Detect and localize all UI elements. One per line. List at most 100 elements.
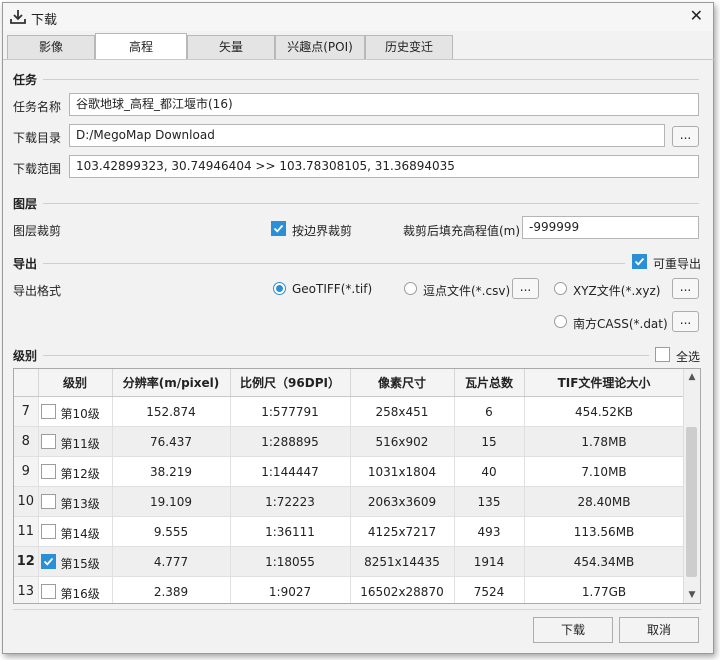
table-row[interactable]: 13 第16级 2.389 1:9027 16502x28870 7524 1.77GB [14, 576, 685, 603]
tif-size-cell: 7.10MB [524, 456, 685, 487]
scale-cell: 1:18055 [230, 546, 351, 577]
fill-elevation-input[interactable]: -999999 [522, 216, 699, 239]
row-number: 10 [14, 486, 39, 517]
table-row[interactable]: 7 第10级 152.874 1:577791 258x451 6 454.52KB [14, 396, 685, 427]
level-label: 第12级 [60, 467, 100, 481]
level-checkbox[interactable] [40, 584, 56, 599]
format-cass-radio[interactable] [554, 315, 567, 328]
format-csv-label: 逗点文件(*.csv) [423, 284, 511, 298]
format-xyz-radio[interactable] [554, 282, 567, 295]
levels-table: 级别 分辨率(m/pixel) 比例尺（96DPI） 像素尺寸 瓦片总数 TIF… [13, 368, 701, 604]
layer-clip-label: 图层裁剪 [13, 224, 62, 238]
section-task-title: 任务 [13, 73, 38, 87]
csv-options-button[interactable]: ... [512, 278, 539, 299]
column-header-scale[interactable]: 比例尺（96DPI） [230, 369, 351, 397]
download-range-label: 下载范围 [13, 162, 62, 176]
table-row[interactable]: 8 第11级 76.437 1:288895 516x902 15 1.78MB [14, 426, 685, 457]
table-row[interactable]: 11 第14级 9.555 1:36111 4125x7217 493 113.56MB [14, 516, 685, 547]
section-levels-title: 级别 [13, 349, 38, 363]
select-all-checkbox[interactable] [655, 347, 670, 362]
section-export-title: 导出 [13, 257, 38, 271]
pixel-size-cell: 2063x3609 [350, 486, 455, 517]
scroll-down-icon[interactable]: ▼ [684, 587, 700, 603]
table-header-row: 级别 分辨率(m/pixel) 比例尺（96DPI） 像素尺寸 瓦片总数 TIF… [14, 369, 685, 397]
format-csv-radio[interactable] [404, 282, 417, 295]
xyz-options-button[interactable]: ... [672, 278, 699, 299]
table-row[interactable]: 12 第15级 4.777 1:18055 8251x14435 1914 454.34MB [14, 546, 685, 577]
tile-count-cell: 15 [454, 426, 525, 457]
close-icon[interactable]: ✕ [690, 6, 703, 26]
tile-count-cell: 493 [454, 516, 525, 547]
tab-poi[interactable]: 兴趣点(POI) [275, 35, 365, 59]
pixel-size-cell: 516x902 [350, 426, 455, 457]
clip-boundary-label: 按边界裁剪 [292, 224, 353, 238]
fill-elevation-label: 裁剪后填充高程值(m) [403, 224, 521, 238]
tab-imagery[interactable]: 影像 [7, 35, 95, 59]
task-name-input[interactable]: 谷歌地球_高程_都江堰市(16) [69, 93, 699, 116]
resolution-cell: 2.389 [112, 576, 231, 603]
download-button[interactable]: 下载 [533, 617, 613, 643]
level-cell: 第12级 [38, 456, 113, 487]
level-checkbox[interactable] [40, 434, 56, 449]
tile-count-cell: 40 [454, 456, 525, 487]
cass-options-button[interactable]: ... [672, 311, 699, 332]
tab-vector[interactable]: 矢量 [187, 35, 275, 59]
tab-bar: 影像 高程 矢量 兴趣点(POI) 历史变迁 [7, 33, 707, 60]
column-header-tif-size[interactable]: TIF文件理论大小 [524, 369, 685, 397]
table-row[interactable]: 9 第12级 38.219 1:144447 1031x1804 40 7.10MB [14, 456, 685, 487]
tif-size-cell: 28.40MB [524, 486, 685, 517]
row-number: 8 [14, 426, 39, 457]
level-label: 第15级 [60, 557, 100, 571]
resolution-cell: 38.219 [112, 456, 231, 487]
level-checkbox[interactable] [40, 494, 56, 509]
column-header-pixel-size[interactable]: 像素尺寸 [350, 369, 455, 397]
cancel-button[interactable]: 取消 [619, 617, 699, 643]
clip-boundary-checkbox[interactable] [271, 221, 286, 236]
tab-elevation[interactable]: 高程 [95, 33, 187, 60]
reexport-checkbox[interactable] [632, 254, 647, 269]
scroll-thumb[interactable] [686, 427, 697, 577]
tile-count-cell: 1914 [454, 546, 525, 577]
download-dialog: 下载 ✕ 影像 高程 矢量 兴趣点(POI) 历史变迁 任务 任务名称 谷歌地球… [2, 2, 715, 654]
window-title: 下载 [31, 13, 58, 28]
tif-size-cell: 454.52KB [524, 396, 685, 427]
resolution-cell: 76.437 [112, 426, 231, 457]
table-row[interactable]: 10 第13级 19.109 1:72223 2063x3609 135 28.40MB [14, 486, 685, 517]
column-header-level[interactable]: 级别 [38, 369, 113, 397]
column-header-tile-count[interactable]: 瓦片总数 [454, 369, 525, 397]
format-geotiff-radio[interactable] [273, 282, 286, 295]
tile-count-cell: 7524 [454, 576, 525, 603]
row-number: 12 [14, 546, 39, 577]
level-cell: 第16级 [38, 576, 113, 603]
browse-dir-button[interactable]: ... [672, 126, 699, 147]
level-label: 第13级 [60, 497, 100, 511]
level-cell: 第10级 [38, 396, 113, 427]
tif-size-cell: 113.56MB [524, 516, 685, 547]
tif-size-cell: 1.78MB [524, 426, 685, 457]
download-dir-input[interactable]: D:/MegoMap Download [69, 124, 665, 147]
level-checkbox[interactable] [40, 464, 56, 479]
scale-cell: 1:9027 [230, 576, 351, 603]
resolution-cell: 4.777 [112, 546, 231, 577]
level-checkbox[interactable] [40, 554, 56, 569]
tif-size-cell: 454.34MB [524, 546, 685, 577]
download-range-input[interactable]: 103.42899323, 30.74946404 >> 103.7830810… [69, 155, 699, 178]
task-name-label: 任务名称 [13, 100, 62, 114]
level-checkbox[interactable] [40, 404, 56, 419]
section-divider [43, 203, 699, 204]
scale-cell: 1:577791 [230, 396, 351, 427]
level-label: 第14级 [60, 527, 100, 541]
level-label: 第11级 [60, 437, 100, 451]
section-layer-title: 图层 [13, 197, 38, 211]
level-checkbox[interactable] [40, 524, 56, 539]
tab-history[interactable]: 历史变迁 [365, 35, 453, 59]
level-cell: 第11级 [38, 426, 113, 457]
scroll-up-icon[interactable]: ▲ [684, 369, 700, 385]
format-xyz-label: XYZ文件(*.xyz) [573, 284, 661, 298]
format-cass-label: 南方CASS(*.dat) [573, 317, 668, 331]
table-scrollbar[interactable]: ▲ ▼ [683, 369, 700, 603]
select-all-label: 全选 [676, 350, 701, 364]
column-header-resolution[interactable]: 分辨率(m/pixel) [112, 369, 231, 397]
title-bar: 下载 ✕ [3, 3, 713, 31]
check-icon [273, 224, 284, 233]
